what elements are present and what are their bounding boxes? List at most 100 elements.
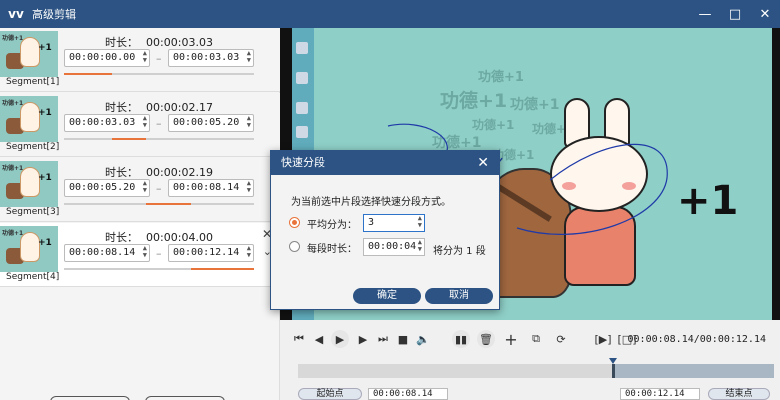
segment-progress-fill	[64, 73, 112, 75]
average-label: 平均分为：	[307, 220, 357, 231]
end-point-label: 结束点	[725, 389, 753, 399]
end-point-value: 00:00:12.14	[625, 389, 685, 399]
duration-value: 00:00:02.17	[146, 101, 213, 114]
segment-progress-track	[64, 73, 254, 75]
spinner-icon[interactable]: ▲ ▼	[247, 245, 251, 259]
start-point-field[interactable]: 00:00:08.14	[368, 388, 448, 400]
set-start-icon[interactable]: [▶]	[594, 330, 612, 348]
timeline-selection[interactable]	[612, 364, 774, 378]
start-time-field[interactable]: 00:00:08.14 ▲ ▼	[64, 244, 150, 262]
range-separator: –	[156, 247, 162, 260]
thumb-text: 功德+1	[2, 165, 24, 172]
segment-item[interactable]: 功德+1 +1 Segment[3] 时长： 00:00:02.19 00:00:…	[0, 158, 280, 222]
segment-thumbnail: 功德+1 +1	[0, 161, 58, 207]
dialog-close-icon[interactable]: ✕	[477, 151, 489, 175]
spinner-icon[interactable]: ▲ ▼	[143, 245, 147, 259]
volume-icon[interactable]: 🔈	[414, 330, 432, 348]
start-time-value: 00:00:05.20	[69, 182, 136, 193]
step-back-icon[interactable]: ◀	[310, 330, 328, 348]
play-icon[interactable]: ▶	[331, 330, 349, 348]
start-time-value: 00:00:00.00	[69, 52, 136, 63]
duration-label: 时长：	[105, 101, 139, 114]
spinner-icon[interactable]: ▲ ▼	[418, 215, 422, 229]
start-time-field[interactable]: 00:00:03.03 ▲ ▼	[64, 114, 150, 132]
add-icon[interactable]: +	[502, 330, 520, 349]
spinner-icon[interactable]: ▲ ▼	[143, 115, 147, 129]
split-icon[interactable]: ▮▮	[452, 330, 470, 348]
segment-item-active[interactable]: 功德+1 +1 Segment[4] 时长： 00:00:04.00 00:00:…	[0, 223, 280, 287]
radio-duration[interactable]	[289, 241, 300, 252]
segment-progress-fill	[191, 268, 254, 270]
ok-button[interactable]: 确定	[353, 288, 421, 304]
spinner-icon[interactable]: ▲ ▼	[247, 50, 251, 64]
start-time-value: 00:00:08.14	[69, 247, 136, 258]
end-time-field[interactable]: 00:00:03.03 ▲ ▼	[168, 49, 254, 67]
duration-label: 时长：	[105, 36, 139, 49]
segment-thumbnail: 功德+1 +1	[0, 31, 58, 77]
segment-item[interactable]: 功德+1 +1 Segment[2] 时长： 00:00:02.17 00:00:…	[0, 93, 280, 157]
stop-icon[interactable]: ■	[394, 330, 412, 348]
range-separator: –	[156, 182, 162, 195]
window-title: 高级剪辑	[32, 8, 76, 21]
segment-name: Segment[1]	[6, 77, 60, 87]
range-row: 起始点 00:00:08.14 00:00:12.14 结束点	[298, 388, 774, 400]
thumb-text: 功德+1	[2, 230, 24, 237]
cancel-button[interactable]: 取消	[425, 288, 493, 304]
segment-duration: 时长： 00:00:02.17	[64, 99, 254, 115]
spinner-icon[interactable]: ▲ ▼	[247, 115, 251, 129]
copy-icon[interactable]: ⧉	[527, 330, 545, 348]
start-time-field[interactable]: 00:00:05.20 ▲ ▼	[64, 179, 150, 197]
quick-split-dialog: 快速分段 ✕ 为当前选中片段选择快速分段方式。 平均分为： 3 ▲ ▼ 每段时长： …	[270, 150, 500, 310]
spinner-icon[interactable]: ▲ ▼	[143, 180, 147, 194]
end-time-field[interactable]: 00:00:08.14 ▲ ▼	[168, 179, 254, 197]
left-panel-button[interactable]	[145, 396, 225, 400]
end-time-field[interactable]: 00:00:05.20 ▲ ▼	[168, 114, 254, 132]
thumb-text: 功德+1	[2, 100, 24, 107]
delete-icon[interactable]: 🗑	[477, 330, 495, 348]
segment-list: 功德+1 +1 Segment[1] 时长： 00:00:03.03 00:00:…	[0, 28, 280, 400]
dialog-title: 快速分段	[281, 156, 325, 169]
minimize-icon[interactable]: —	[690, 0, 720, 28]
duration-value: 00:00:03.03	[146, 36, 213, 49]
segment-duration: 时长： 00:00:04.00	[64, 229, 254, 245]
spinner-icon[interactable]: ▲ ▼	[418, 239, 422, 253]
skip-to-start-icon[interactable]: ⏮	[290, 330, 308, 348]
start-point-value: 00:00:08.14	[373, 389, 433, 399]
close-icon[interactable]: ✕	[750, 0, 780, 28]
duration-option-label: 每段时长：	[307, 244, 357, 255]
end-time-value: 00:00:05.20	[173, 117, 240, 128]
left-panel-button[interactable]	[50, 396, 130, 400]
average-count-input[interactable]: 3 ▲ ▼	[363, 214, 425, 232]
segment-progress-fill	[111, 138, 146, 140]
start-point-button[interactable]: 起始点	[298, 388, 362, 400]
end-point-button[interactable]: 结束点	[708, 388, 770, 400]
segment-duration-input[interactable]: 00:00:04 ▲ ▼	[363, 238, 425, 256]
start-point-label: 起始点	[316, 389, 344, 399]
maximize-icon[interactable]: □	[720, 0, 750, 28]
segment-progress-track	[64, 203, 254, 205]
segment-duration: 时长： 00:00:03.03	[64, 34, 254, 50]
start-time-field[interactable]: 00:00:00.00 ▲ ▼	[64, 49, 150, 67]
end-point-field[interactable]: 00:00:12.14	[620, 388, 700, 400]
split-count-note: 将分为 1 段	[433, 246, 486, 257]
range-separator: –	[156, 117, 162, 130]
spinner-icon[interactable]: ▲ ▼	[143, 50, 147, 64]
timecode-display: 00:00:08.14/00:00:12.14	[627, 334, 766, 345]
reset-icon[interactable]: ⟳	[552, 330, 570, 348]
skip-to-end-icon[interactable]: ⏭	[374, 330, 392, 348]
dialog-header: 快速分段 ✕	[271, 151, 499, 175]
end-time-field[interactable]: 00:00:12.14 ▲ ▼	[168, 244, 254, 262]
radio-average[interactable]	[289, 217, 300, 228]
segment-duration-value: 00:00:04	[368, 241, 417, 252]
spinner-icon[interactable]: ▲ ▼	[247, 180, 251, 194]
duration-label: 时长：	[105, 166, 139, 179]
app-logo-icon: vv	[8, 7, 24, 21]
segment-thumbnail: 功德+1 +1	[0, 96, 58, 142]
segment-item[interactable]: 功德+1 +1 Segment[1] 时长： 00:00:03.03 00:00:…	[0, 28, 280, 92]
step-forward-icon[interactable]: ▶	[354, 330, 372, 348]
segment-progress-fill	[145, 203, 192, 205]
range-separator: –	[156, 52, 162, 65]
timeline-track[interactable]	[298, 364, 774, 378]
duration-label: 时长：	[105, 231, 139, 244]
average-count-value: 3	[368, 217, 375, 228]
